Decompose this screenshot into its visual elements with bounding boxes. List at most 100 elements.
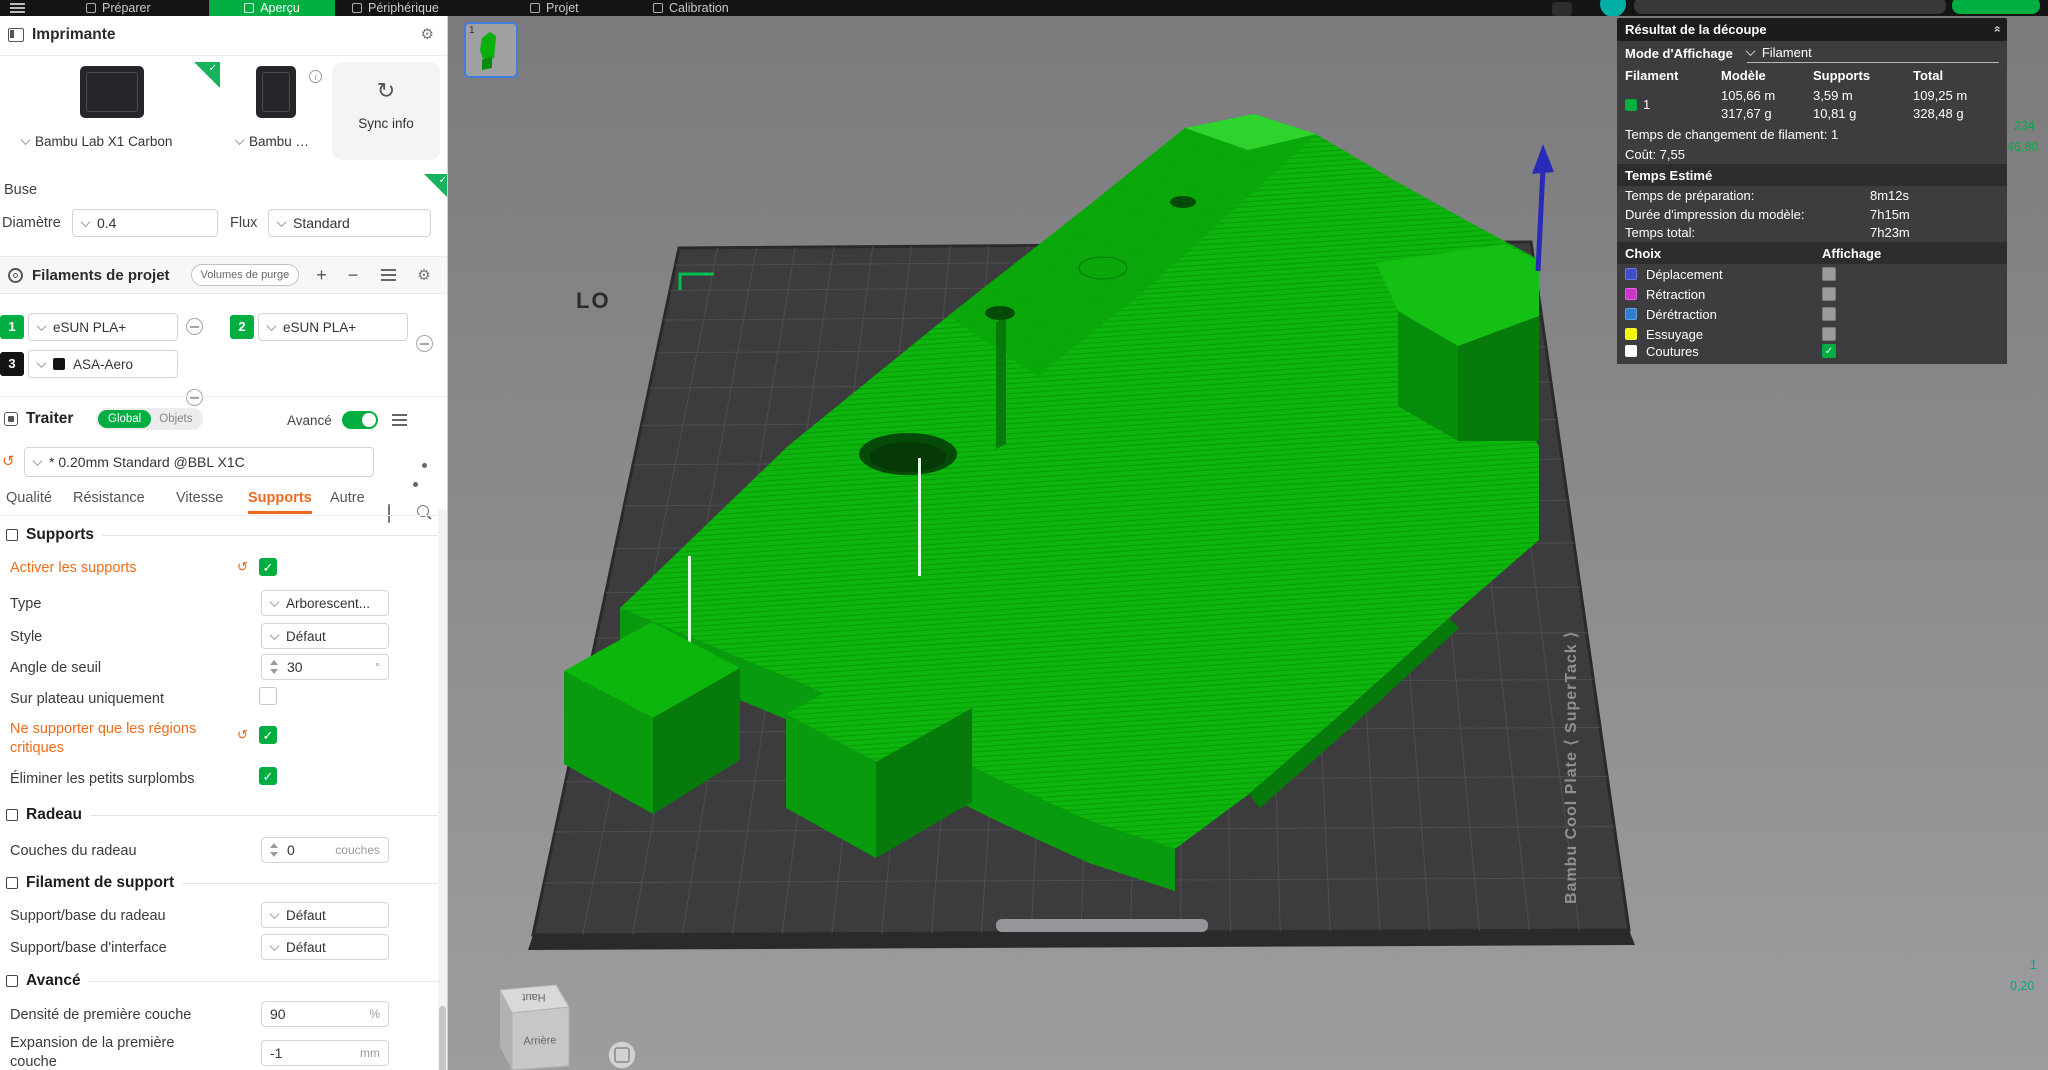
preset-select[interactable]: * 0.20mm Standard @BBL X1C: [24, 447, 374, 477]
chevron-down-icon: [1745, 46, 1756, 57]
filament-slot-1-remove-icon[interactable]: [186, 318, 203, 335]
menu-icon[interactable]: [10, 3, 25, 13]
support-type-value: Arborescent...: [286, 595, 371, 611]
layout-grid-icon[interactable]: [1552, 2, 1572, 16]
tab-calibration[interactable]: Calibration: [643, 0, 739, 16]
spinner-arrows[interactable]: [270, 843, 278, 857]
slice-result-header[interactable]: Résultat de la découpe »: [1617, 18, 2007, 41]
remove-filament-icon[interactable]: −: [348, 266, 359, 284]
raft-section-icon: [6, 809, 18, 821]
printer-card-x1c[interactable]: Bambu Lab X1 Carbon ✓: [8, 62, 220, 160]
enable-supports-checkbox[interactable]: [259, 558, 277, 576]
interface-filament-select[interactable]: Défaut: [261, 934, 389, 960]
plate-handle-slot: [996, 919, 1208, 932]
seams-checkbox[interactable]: [1822, 344, 1836, 358]
raft-section-title: Radeau: [26, 806, 82, 823]
display-mode-select[interactable]: Filament: [1745, 43, 1999, 63]
tab-qualite[interactable]: Qualité: [6, 490, 52, 511]
flow-select[interactable]: Standard: [268, 209, 431, 237]
critical-regions-checkbox[interactable]: [259, 726, 277, 744]
unretraction-color-swatch: [1625, 308, 1637, 320]
sync-info-button[interactable]: ↻ Sync info: [332, 62, 440, 160]
filament-list-icon[interactable]: [381, 269, 397, 281]
global-objects-toggle[interactable]: Global Objets: [96, 408, 203, 430]
diameter-select[interactable]: 0.4: [72, 209, 218, 237]
unretraction-checkbox[interactable]: [1822, 307, 1836, 321]
first-layer-expansion-input[interactable]: -1 mm: [261, 1040, 389, 1066]
filament-slot-1-name: eSUN PLA+: [53, 319, 127, 335]
save-preset-icon[interactable]: [388, 504, 390, 523]
info-icon[interactable]: i: [309, 70, 322, 83]
tab-apercu[interactable]: Aperçu: [209, 0, 335, 16]
tab-autre[interactable]: Autre: [330, 490, 365, 511]
chevron-down-icon: [269, 596, 280, 607]
travel-checkbox[interactable]: [1822, 267, 1836, 281]
orientation-cube[interactable]: Haut Arrière: [499, 984, 570, 1070]
small-overhangs-checkbox[interactable]: [259, 767, 277, 785]
tab-supports[interactable]: Supports: [248, 490, 312, 514]
advanced-toggle-label: Avancé: [287, 413, 332, 428]
reset-view-icon[interactable]: [607, 1040, 637, 1070]
sync-refresh-icon: ↻: [376, 78, 396, 103]
filament-slot-3-select[interactable]: ASA-Aero: [28, 350, 178, 378]
printer-name-2: Bambu …: [249, 134, 310, 149]
tab-vitesse[interactable]: Vitesse: [176, 490, 223, 511]
raft-base-select[interactable]: Défaut: [261, 902, 389, 928]
top-menu-bar: Préparer Aperçu Périphérique Projet Cali…: [0, 0, 2048, 16]
filament-settings-gear-icon[interactable]: ⚙: [417, 268, 430, 283]
spinner-arrows[interactable]: [270, 660, 278, 674]
scrollbar-thumb[interactable]: [439, 1006, 446, 1070]
printer-panel-icon: [8, 28, 24, 42]
chevron-down-icon: [269, 940, 280, 951]
tab-peripherique[interactable]: Périphérique: [342, 0, 449, 16]
filament-slot-3-remove-icon[interactable]: [186, 389, 203, 406]
printer-card-secondary[interactable]: i Bambu …: [228, 62, 324, 160]
send-print-icon[interactable]: [1600, 0, 1626, 16]
advanced-toggle-switch[interactable]: [342, 411, 378, 429]
advanced-section-header: Avancé: [6, 972, 438, 990]
filament-slot-2-remove-icon[interactable]: [416, 335, 433, 352]
printer-selected-badge: ✓: [194, 62, 220, 88]
advanced-section-icon: [6, 975, 18, 987]
tab-preparer[interactable]: Préparer: [76, 0, 161, 16]
segment-objects[interactable]: Objets: [151, 413, 200, 425]
tab-projet[interactable]: Projet: [520, 0, 589, 16]
plate-material-selector[interactable]: [1634, 0, 1946, 14]
printer-settings-gear-icon[interactable]: ⚙: [421, 27, 434, 42]
support-style-select[interactable]: Défaut: [261, 623, 389, 649]
filament-changes-row: Temps de changement de filament: 1: [1625, 127, 1839, 142]
retraction-checkbox[interactable]: [1822, 287, 1836, 301]
first-layer-density-input[interactable]: 90 %: [261, 1001, 389, 1027]
threshold-angle-input[interactable]: 30 °: [261, 654, 389, 680]
buildplate-only-checkbox[interactable]: [259, 687, 277, 705]
filament-slot-2-select[interactable]: eSUN PLA+: [258, 313, 408, 341]
sidebar-scrollbar[interactable]: [438, 509, 447, 1070]
purge-volumes-button[interactable]: Volumes de purge: [190, 264, 300, 286]
reset-value-icon[interactable]: ↺: [237, 728, 248, 741]
reset-value-icon[interactable]: ↺: [237, 560, 248, 573]
prep-time-row: Temps de préparation: 8m12s: [1625, 188, 1910, 203]
support-style-label: Style: [10, 629, 43, 645]
wipe-checkbox[interactable]: [1822, 327, 1836, 341]
add-filament-icon[interactable]: +: [316, 266, 327, 284]
process-icon: [4, 412, 18, 426]
segment-global[interactable]: Global: [98, 410, 152, 428]
preset-list-icon[interactable]: [392, 414, 407, 426]
support-filament-section-title: Filament de support: [26, 874, 175, 891]
first-layer-expansion-value: -1: [270, 1045, 283, 1061]
filament-slot-1-select[interactable]: eSUN PLA+: [28, 313, 178, 341]
plate-thumbnail[interactable]: 1: [464, 22, 518, 78]
raft-layers-input[interactable]: 0 couches: [261, 837, 389, 863]
nozzle-title: Buse: [4, 182, 38, 198]
tab-resistance[interactable]: Résistance: [73, 490, 145, 511]
support-type-select[interactable]: Arborescent...: [261, 590, 389, 616]
legend-row-retraction: Rétraction: [1617, 284, 2007, 304]
reset-preset-icon[interactable]: ↺: [2, 454, 15, 469]
collapse-panel-icon[interactable]: »: [1990, 27, 2004, 32]
chevron-down-icon: [266, 320, 277, 331]
model-time-row: Durée d'impression du modèle: 7h15m: [1625, 206, 1910, 222]
filament-row-swatch: [1625, 99, 1637, 111]
sidebar-panel: Imprimante ⚙ Bambu Lab X1 Carbon ✓ i Bam…: [0, 16, 448, 1070]
sync-info-label: Sync info: [358, 116, 414, 131]
print-plate-button[interactable]: [1952, 0, 2040, 14]
